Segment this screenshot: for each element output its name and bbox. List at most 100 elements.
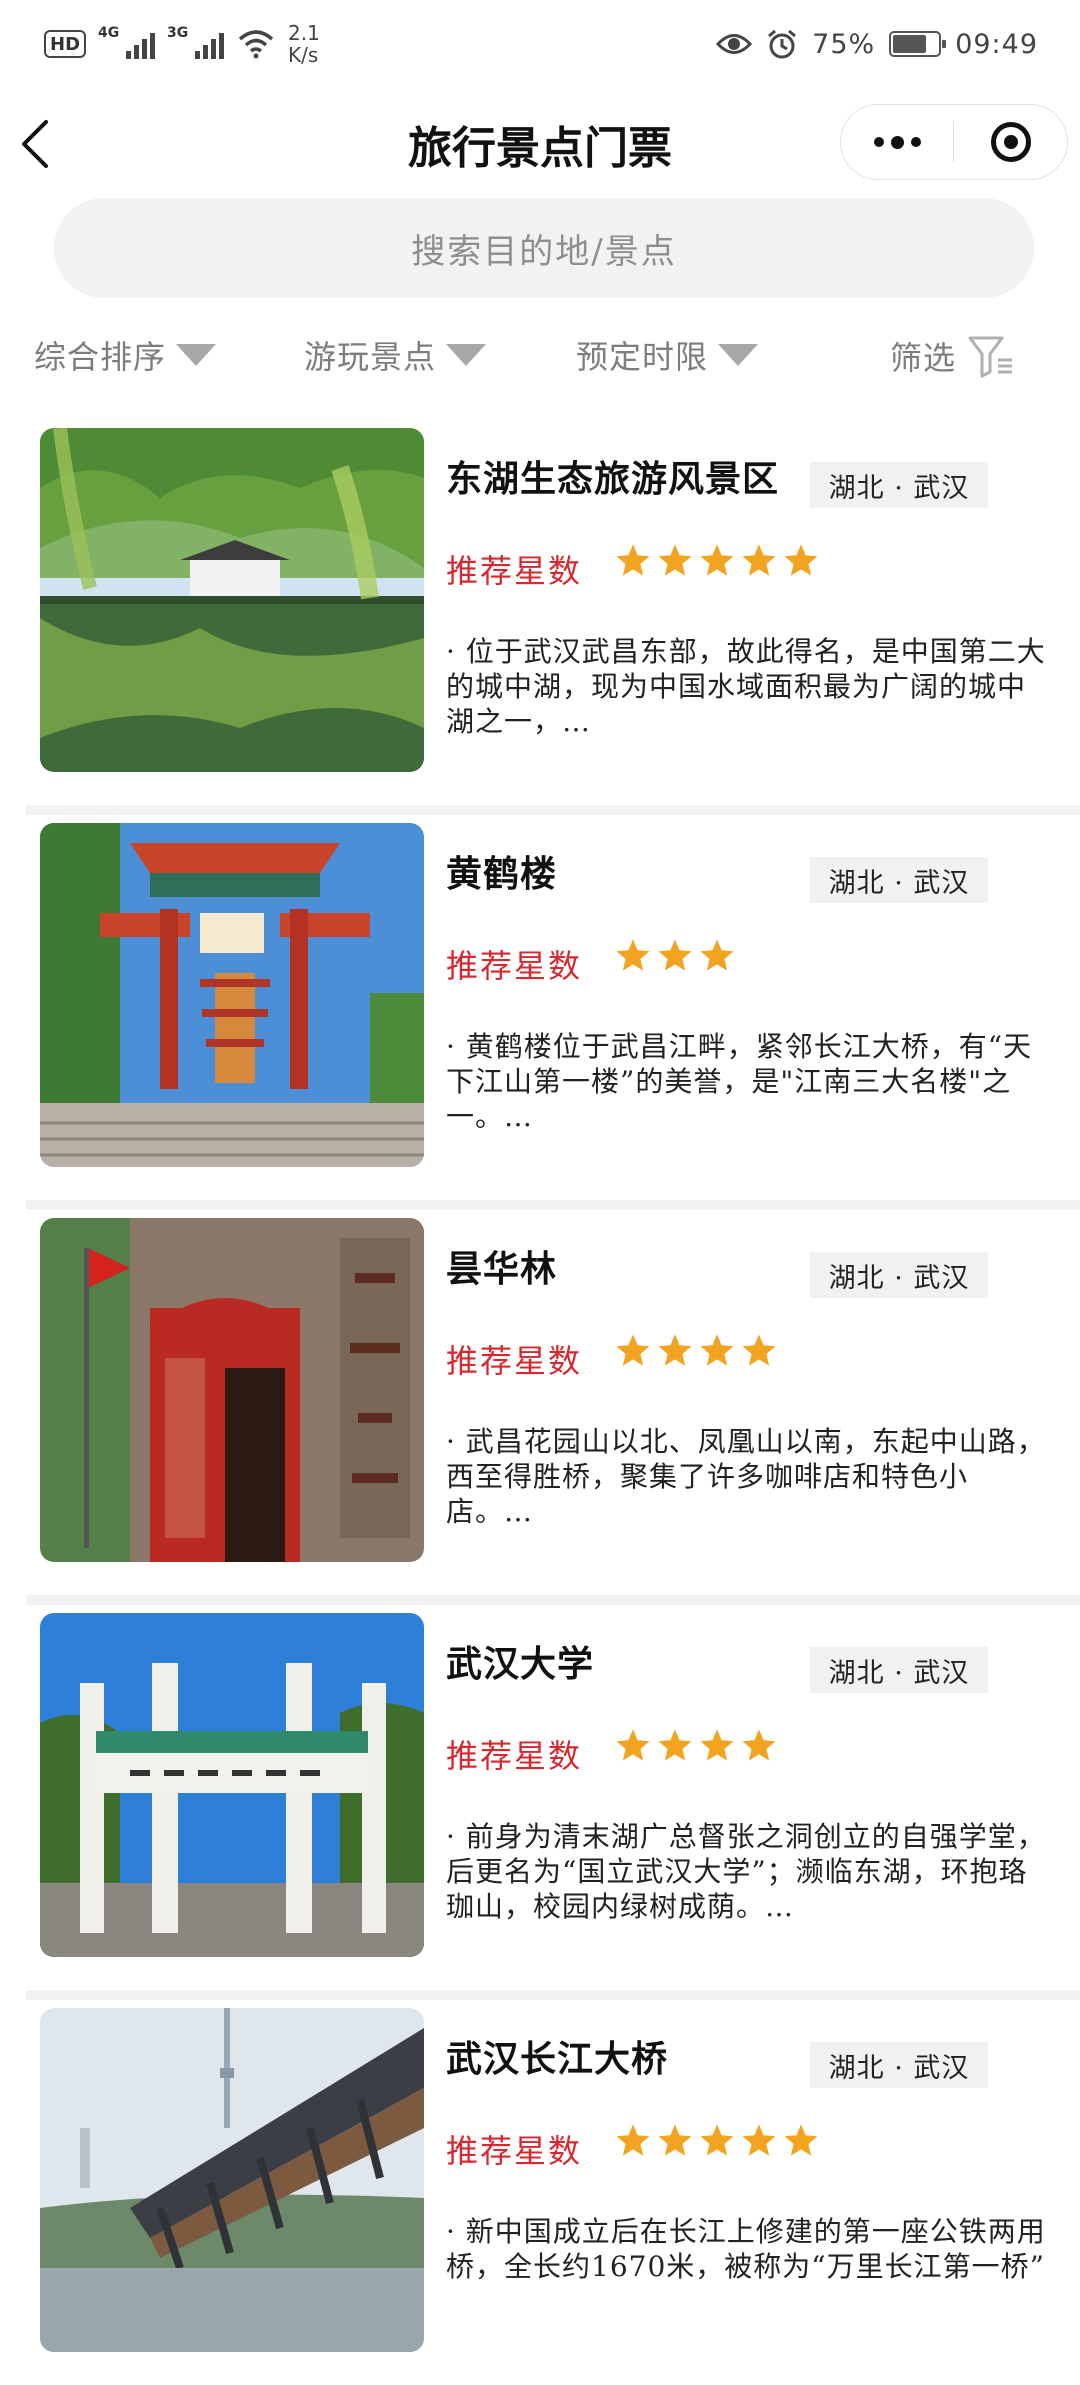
funnel-icon <box>968 336 1013 378</box>
status-right: 75% 09:49 <box>716 28 1038 60</box>
region-tag: 湖北 · 武汉 <box>810 1647 988 1693</box>
star-icon <box>742 544 776 576</box>
star-rating <box>614 2122 820 2160</box>
triangle-down-icon <box>718 344 759 366</box>
star-icon <box>742 1334 776 1366</box>
network-speed: 2.1 K/s <box>288 22 320 66</box>
battery-fill <box>893 35 927 53</box>
star-icon <box>700 939 734 971</box>
spots-dropdown[interactable]: 游玩景点 <box>304 332 487 378</box>
star-rating <box>614 1332 778 1370</box>
status-bar: HD 4G 3G 2.1 K/s 75% 09:49 <box>0 0 1080 88</box>
search-input[interactable]: 搜索目的地/景点 <box>54 198 1034 298</box>
star-icon <box>700 2124 734 2156</box>
spots-label: 游玩景点 <box>304 338 437 376</box>
network-speed-unit: K/s <box>288 43 319 67</box>
rating-label: 推荐星数 <box>446 552 583 590</box>
rating-label: 推荐星数 <box>446 947 583 985</box>
alarm-icon <box>768 29 797 59</box>
attraction-description: · 黄鹤楼位于武昌江畔，紧邻长江大桥，有“天下江山第一楼”的美誉，是"江南三大名… <box>446 1030 1033 1133</box>
card-divider <box>26 1990 1080 2000</box>
sort-label: 综合排序 <box>34 338 167 376</box>
signal-4g-label: 4G <box>98 25 120 41</box>
attraction-list: 东湖生态旅游风景区 湖北 · 武汉 推荐星数 · 位于武汉武昌东部，故此得名，是… <box>0 420 1080 2385</box>
attraction-card[interactable]: 武汉大学 湖北 · 武汉 推荐星数 · 前身为清末湖广总督张之洞创立的自强学堂，… <box>0 1605 1080 1990</box>
star-icon <box>742 1729 776 1761</box>
star-icon <box>616 939 650 971</box>
star-icon <box>700 1334 734 1366</box>
attraction-card[interactable]: 昙华林 湖北 · 武汉 推荐星数 · 武昌花园山以北、凤凰山以南，东起中山路，西… <box>0 1210 1080 1595</box>
hd-badge: HD <box>44 30 87 58</box>
more-dots-icon <box>873 137 884 147</box>
sort-dropdown[interactable]: 综合排序 <box>34 332 217 378</box>
attraction-card[interactable]: 东湖生态旅游风景区 湖北 · 武汉 推荐星数 · 位于武汉武昌东部，故此得名，是… <box>0 420 1080 805</box>
star-icon <box>784 2124 818 2156</box>
star-icon <box>616 544 650 576</box>
signal-3g-icon: 3G <box>167 25 225 59</box>
star-icon <box>742 2124 776 2156</box>
card-divider <box>26 1200 1080 1210</box>
attraction-photo-yellow-crane-tower <box>40 823 424 1167</box>
attraction-photo-east-lake <box>40 428 424 772</box>
signal-3g-label: 3G <box>167 25 189 41</box>
navigation-bar: 旅行景点门票 <box>0 88 1080 196</box>
clock: 09:49 <box>955 28 1038 60</box>
wifi-icon <box>238 30 274 59</box>
region-tag: 湖北 · 武汉 <box>810 1252 988 1298</box>
signal-4g-icon: 4G <box>98 25 156 59</box>
filter-button[interactable]: 筛选 <box>890 332 1016 380</box>
more-dots-icon <box>910 137 921 147</box>
attraction-description: · 前身为清末湖广总督张之洞创立的自强学堂，后更名为“国立武汉大学”；濒临东湖，… <box>446 1820 1046 1923</box>
region-tag: 湖北 · 武汉 <box>810 2042 988 2088</box>
booking-label: 预定时限 <box>576 338 709 376</box>
triangle-down-icon <box>176 344 217 366</box>
star-icon <box>658 1729 692 1761</box>
attraction-name: 武汉长江大桥 <box>446 2038 669 2080</box>
attraction-photo-tanhualin <box>40 1218 424 1562</box>
star-icon <box>658 1334 692 1366</box>
mini-program-capsule <box>840 104 1068 180</box>
star-rating <box>614 1727 778 1765</box>
attraction-name: 武汉大学 <box>446 1643 595 1685</box>
attraction-description: · 位于武汉武昌东部，故此得名，是中国第二大的城中湖，现为中国水域面积最为广阔的… <box>446 635 1046 738</box>
star-rating <box>614 937 736 975</box>
star-icon <box>700 544 734 576</box>
star-icon <box>616 1729 650 1761</box>
battery-percent: 75% <box>812 28 876 60</box>
more-dots-icon <box>890 135 904 149</box>
attraction-name: 昙华林 <box>446 1248 558 1290</box>
rating-label: 推荐星数 <box>446 1737 583 1775</box>
more-menu-button[interactable] <box>841 105 953 179</box>
search-placeholder: 搜索目的地/景点 <box>411 231 677 272</box>
close-program-button[interactable] <box>954 105 1067 179</box>
star-icon <box>616 1334 650 1366</box>
attraction-name: 东湖生态旅游风景区 <box>446 458 780 500</box>
triangle-down-icon <box>446 344 487 366</box>
card-divider <box>26 1595 1080 1605</box>
star-rating <box>614 542 820 580</box>
rating-label: 推荐星数 <box>446 1342 583 1380</box>
star-icon <box>658 2124 692 2156</box>
star-icon <box>784 544 818 576</box>
battery-icon <box>889 31 947 57</box>
region-tag: 湖北 · 武汉 <box>810 462 988 508</box>
filter-bar: 综合排序 游玩景点 预定时限 筛选 <box>0 318 1080 398</box>
card-divider <box>26 805 1080 815</box>
attraction-card[interactable]: 黄鹤楼 湖北 · 武汉 推荐星数 · 黄鹤楼位于武昌江畔，紧邻长江大桥，有“天下… <box>0 815 1080 1200</box>
booking-dropdown[interactable]: 预定时限 <box>576 332 759 378</box>
rating-label: 推荐星数 <box>446 2132 583 2170</box>
attraction-description: · 新中国成立后在长江上修建的第一座公铁两用桥，全长约1670米，被称为“万里长… <box>446 2215 1046 2283</box>
attraction-card[interactable]: 武汉长江大桥 湖北 · 武汉 推荐星数 · 新中国成立后在长江上修建的第一座公铁… <box>0 2000 1080 2385</box>
filter-label: 筛选 <box>890 339 957 377</box>
status-left: HD 4G 3G 2.1 K/s <box>44 22 320 66</box>
star-icon <box>616 2124 650 2156</box>
attraction-description: · 武昌花园山以北、凤凰山以南，东起中山路，西至得胜桥，聚集了许多咖啡店和特色小… <box>446 1425 1046 1528</box>
network-speed-value: 2.1 <box>288 21 320 45</box>
attraction-photo-yangtze-bridge <box>40 2008 424 2352</box>
attraction-name: 黄鹤楼 <box>446 853 558 895</box>
attraction-photo-wuhan-university <box>40 1613 424 1957</box>
target-icon <box>990 122 1031 162</box>
star-icon <box>658 544 692 576</box>
region-tag: 湖北 · 武汉 <box>810 857 988 903</box>
eye-icon <box>716 34 753 54</box>
